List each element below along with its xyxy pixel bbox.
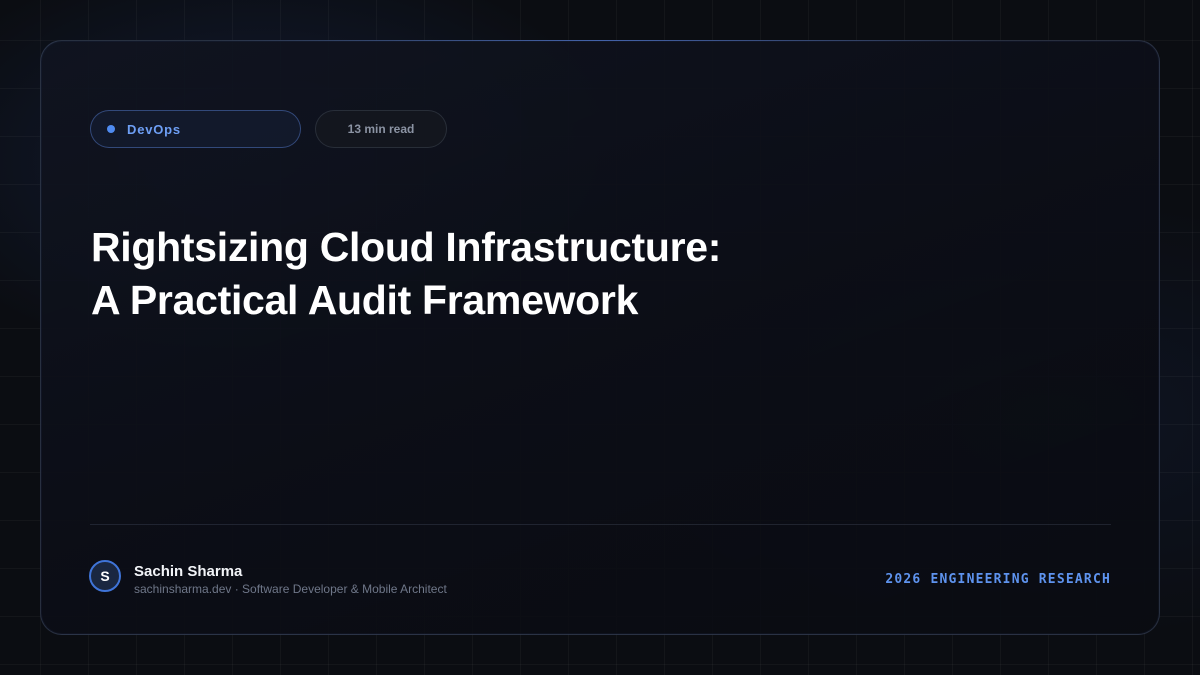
category-label: DevOps	[127, 121, 181, 137]
author-name: Sachin Sharma	[134, 563, 243, 580]
author-subtitle: sachinsharma.dev · Software Developer & …	[134, 582, 447, 596]
card-highlight-line	[201, 40, 999, 41]
article-title: Rightsizing Cloud Infrastructure: A Prac…	[91, 221, 991, 327]
research-label: 2026 ENGINEERING RESEARCH	[885, 572, 1111, 587]
reading-time-label: 13 min read	[347, 122, 415, 136]
article-title-line-2: A Practical Audit Framework	[91, 277, 639, 323]
category-badge: DevOps	[90, 110, 301, 148]
article-title-line-1: Rightsizing Cloud Infrastructure:	[91, 224, 722, 270]
footer-divider	[90, 524, 1111, 525]
article-card: DevOps 13 min read Rightsizing Cloud Inf…	[40, 40, 1160, 635]
reading-time-badge: 13 min read	[315, 110, 447, 148]
author-avatar: S	[89, 560, 121, 592]
category-dot-icon	[107, 125, 115, 133]
